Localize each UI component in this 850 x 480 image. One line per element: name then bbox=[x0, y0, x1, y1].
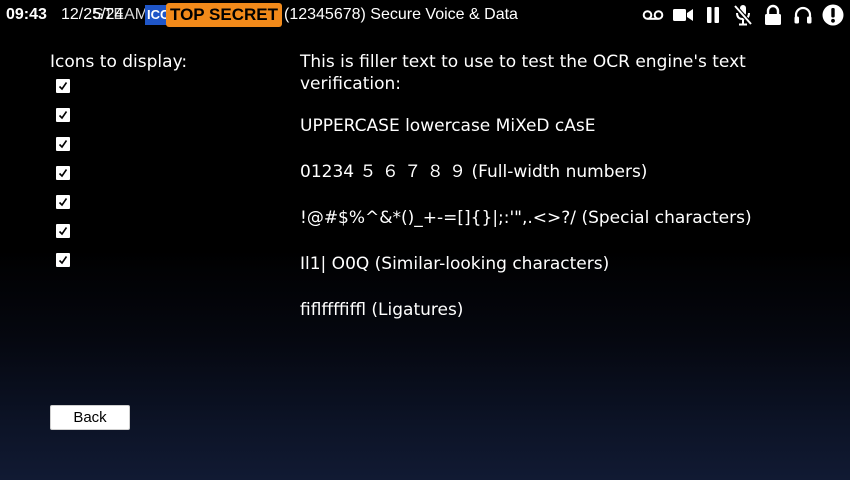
checkmark-icon bbox=[58, 111, 68, 120]
icon-checkbox-5[interactable] bbox=[56, 195, 70, 209]
voicemail-icon bbox=[642, 4, 664, 26]
back-button[interactable]: Back bbox=[50, 405, 130, 430]
checkmark-icon bbox=[58, 227, 68, 236]
icon-checkbox-7[interactable] bbox=[56, 253, 70, 267]
special-chars-test-line: !@#$%^&*()_+-=[]{}|;:'",.<>?/ (Special c… bbox=[300, 208, 752, 228]
lock-icon bbox=[762, 4, 784, 26]
status-bar: 09:43 12/25/24 STEAM ICC TOP SECRET (123… bbox=[0, 0, 850, 30]
icons-display-heading: Icons to display: bbox=[50, 52, 188, 72]
status-overlap-text: STEAM bbox=[93, 6, 149, 23]
numbers-test-line: 01234 ５ ６ ７ ８ ９ (Full-width numbers) bbox=[300, 162, 648, 182]
alert-icon bbox=[822, 4, 844, 26]
icon-checkbox-list bbox=[56, 79, 70, 282]
clock-time: 09:43 bbox=[6, 6, 47, 23]
checkmark-icon bbox=[58, 169, 68, 178]
checkmark-icon bbox=[58, 82, 68, 91]
status-icons bbox=[642, 4, 844, 26]
pause-icon bbox=[702, 4, 724, 26]
icon-checkbox-1[interactable] bbox=[56, 79, 70, 93]
connection-info: (12345678) Secure Voice & Data bbox=[284, 6, 518, 23]
case-test-line: UPPERCASE lowercase MiXeD cAsE bbox=[300, 116, 596, 136]
headphones-icon bbox=[792, 4, 814, 26]
icon-checkbox-2[interactable] bbox=[56, 108, 70, 122]
similar-chars-test-line: Il1| O0Q (Similar-looking characters) bbox=[300, 254, 610, 274]
icon-checkbox-3[interactable] bbox=[56, 137, 70, 151]
checkmark-icon bbox=[58, 256, 68, 265]
icc-badge: ICC bbox=[145, 5, 167, 25]
checkmark-icon bbox=[58, 198, 68, 207]
checkmark-icon bbox=[58, 140, 68, 149]
filler-text-panel: This is filler text to use to test the O… bbox=[300, 51, 820, 345]
intro-text: This is filler text to use to test the O… bbox=[300, 52, 746, 94]
classification-banner: TOP SECRET bbox=[166, 3, 283, 27]
ligatures-test-line: ﬁﬂﬀﬃﬄ (Ligatures) bbox=[300, 300, 464, 320]
mic-off-icon bbox=[732, 4, 754, 26]
video-camera-icon bbox=[672, 4, 694, 26]
icon-checkbox-6[interactable] bbox=[56, 224, 70, 238]
icon-checkbox-4[interactable] bbox=[56, 166, 70, 180]
